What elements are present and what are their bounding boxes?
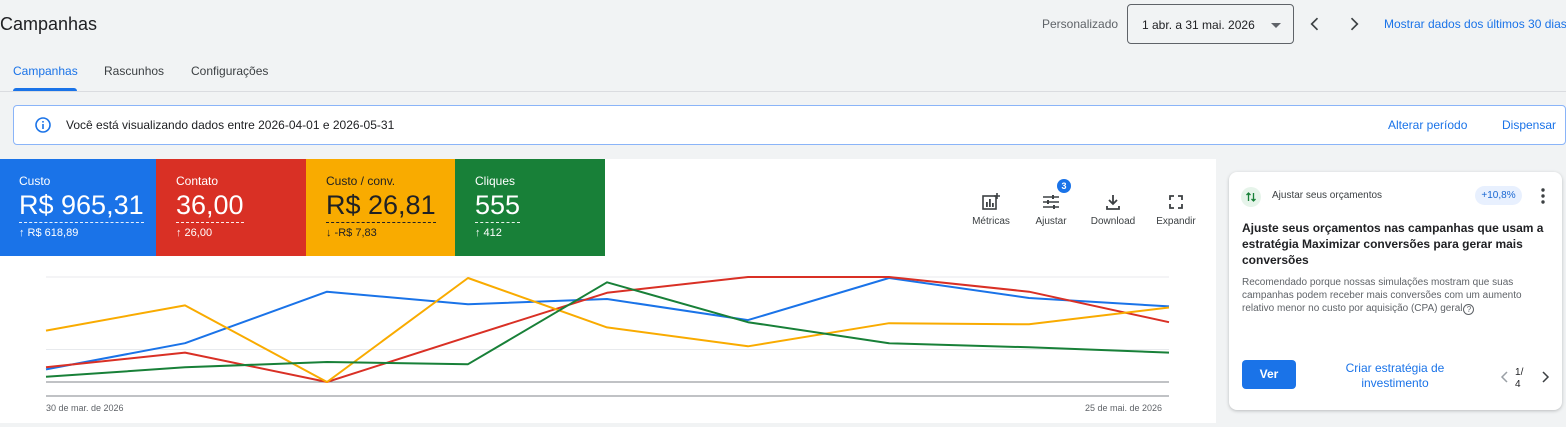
metric-card-cost-per-conversion[interactable]: Custo / conv. R$ 26,81 ↓ -R$ 7,83 xyxy=(306,159,455,256)
more-vert-icon[interactable] xyxy=(1535,187,1551,205)
metric-card-cost[interactable]: Custo R$ 965,31 ↑ R$ 618,89 xyxy=(0,159,156,256)
metric-card-contact[interactable]: Contato 36,00 ↑ 26,00 xyxy=(156,159,306,256)
chart-series-line-4[interactable] xyxy=(45,281,1170,378)
metric-delta: ↓ -R$ 7,83 xyxy=(326,227,377,239)
page-header: Campanhas Personalizado 1 abr. a 31 mai.… xyxy=(0,0,1566,50)
page-title: Campanhas xyxy=(0,14,98,34)
next-period-button[interactable] xyxy=(1342,12,1366,36)
previous-period-button[interactable] xyxy=(1303,12,1327,36)
metric-name: Contato xyxy=(176,174,219,188)
date-range-value: 1 abr. a 31 mai. 2026 xyxy=(1142,18,1255,32)
x-axis-start-label: 30 de mar. de 2026 xyxy=(46,403,124,413)
chevron-left-icon[interactable] xyxy=(1499,370,1511,384)
tab-settings[interactable]: Configurações xyxy=(191,64,268,78)
download-label: Download xyxy=(1090,216,1136,227)
metrics-button[interactable]: Métricas xyxy=(961,192,1021,227)
recommendation-body: Recomendado porque nossas simulações mos… xyxy=(1242,276,1554,315)
date-range-label: Personalizado xyxy=(1042,17,1119,31)
chart-add-icon xyxy=(982,193,1000,210)
tab-drafts[interactable]: Rascunhos xyxy=(104,64,164,78)
change-period-link[interactable]: Alterar período xyxy=(1388,118,1467,132)
metric-value: 555 xyxy=(475,190,521,223)
adjust-button[interactable]: 3 Ajustar xyxy=(1021,179,1081,227)
metrics-label: Métricas xyxy=(972,216,1010,227)
adjust-label: Ajustar xyxy=(1035,216,1067,227)
caret-down-icon xyxy=(1271,23,1281,28)
tab-bar: Campanhas Rascunhos Configurações xyxy=(0,58,1566,92)
tab-campaigns[interactable]: Campanhas xyxy=(13,64,78,78)
info-icon xyxy=(35,117,51,133)
fullscreen-icon xyxy=(1169,195,1183,209)
recommendation-card: Ajustar seus orçamentos +10,8% Ajuste se… xyxy=(1229,172,1562,410)
x-axis-end-label: 25 de mai. de 2026 xyxy=(1085,403,1163,413)
metric-value: R$ 965,31 xyxy=(19,190,144,223)
tune-icon xyxy=(1043,195,1059,209)
budget-arrows-icon xyxy=(1241,187,1261,207)
download-icon xyxy=(1106,195,1120,210)
recommendation-heading: Ajuste seus orçamentos nas campanhas que… xyxy=(1242,221,1544,267)
chevron-right-icon[interactable] xyxy=(1539,370,1551,384)
expand-label: Expandir xyxy=(1156,216,1196,227)
create-investment-strategy-link[interactable]: Criar estratégia de investimento xyxy=(1325,361,1465,391)
download-button[interactable]: Download xyxy=(1083,192,1143,227)
metric-value: R$ 26,81 xyxy=(326,190,436,223)
metric-value: 36,00 xyxy=(176,190,244,223)
date-info-banner: Você está visualizando dados entre 2026-… xyxy=(13,105,1566,145)
dismiss-link[interactable]: Dispensar xyxy=(1502,118,1556,132)
show-last-30-days-link[interactable]: Mostrar dados dos últimos 30 dias xyxy=(1384,17,1566,31)
recommendation-pager: 1/4 xyxy=(1515,367,1524,390)
metric-delta: ↑ 412 xyxy=(475,227,502,239)
metric-delta: ↑ R$ 618,89 xyxy=(19,227,79,239)
recommendation-title: Ajustar seus orçamentos xyxy=(1272,190,1383,201)
metric-name: Cliques xyxy=(475,174,516,188)
chevron-right-icon xyxy=(1350,17,1359,31)
recommendation-body-text: Recomendado porque nossas simulações mos… xyxy=(1242,277,1522,314)
metric-name: Custo / conv. xyxy=(326,174,396,188)
pager-total: 4 xyxy=(1515,379,1521,390)
chevron-left-icon xyxy=(1310,17,1319,31)
expand-button[interactable]: Expandir xyxy=(1146,192,1206,227)
performance-line-chart xyxy=(45,276,1170,397)
banner-message: Você está visualizando dados entre 2026-… xyxy=(66,118,395,132)
uplift-badge: +10,8% xyxy=(1475,186,1522,205)
date-range-select[interactable]: 1 abr. a 31 mai. 2026 xyxy=(1127,4,1294,44)
metric-name: Custo xyxy=(19,174,51,188)
pager-current: 1 xyxy=(1515,367,1521,378)
campaigns-page: Campanhas Personalizado 1 abr. a 31 mai.… xyxy=(0,0,1566,427)
metric-card-clicks[interactable]: Cliques 555 ↑ 412 xyxy=(455,159,605,256)
adjust-count-badge: 3 xyxy=(1057,179,1071,193)
active-tab-indicator xyxy=(13,88,77,91)
performance-chart-card: Custo R$ 965,31 ↑ R$ 618,89 Contato 36,0… xyxy=(0,159,1216,423)
metric-delta: ↑ 26,00 xyxy=(176,227,213,239)
help-icon[interactable]: ? xyxy=(1463,304,1475,315)
view-recommendation-button[interactable]: Ver xyxy=(1242,360,1296,389)
